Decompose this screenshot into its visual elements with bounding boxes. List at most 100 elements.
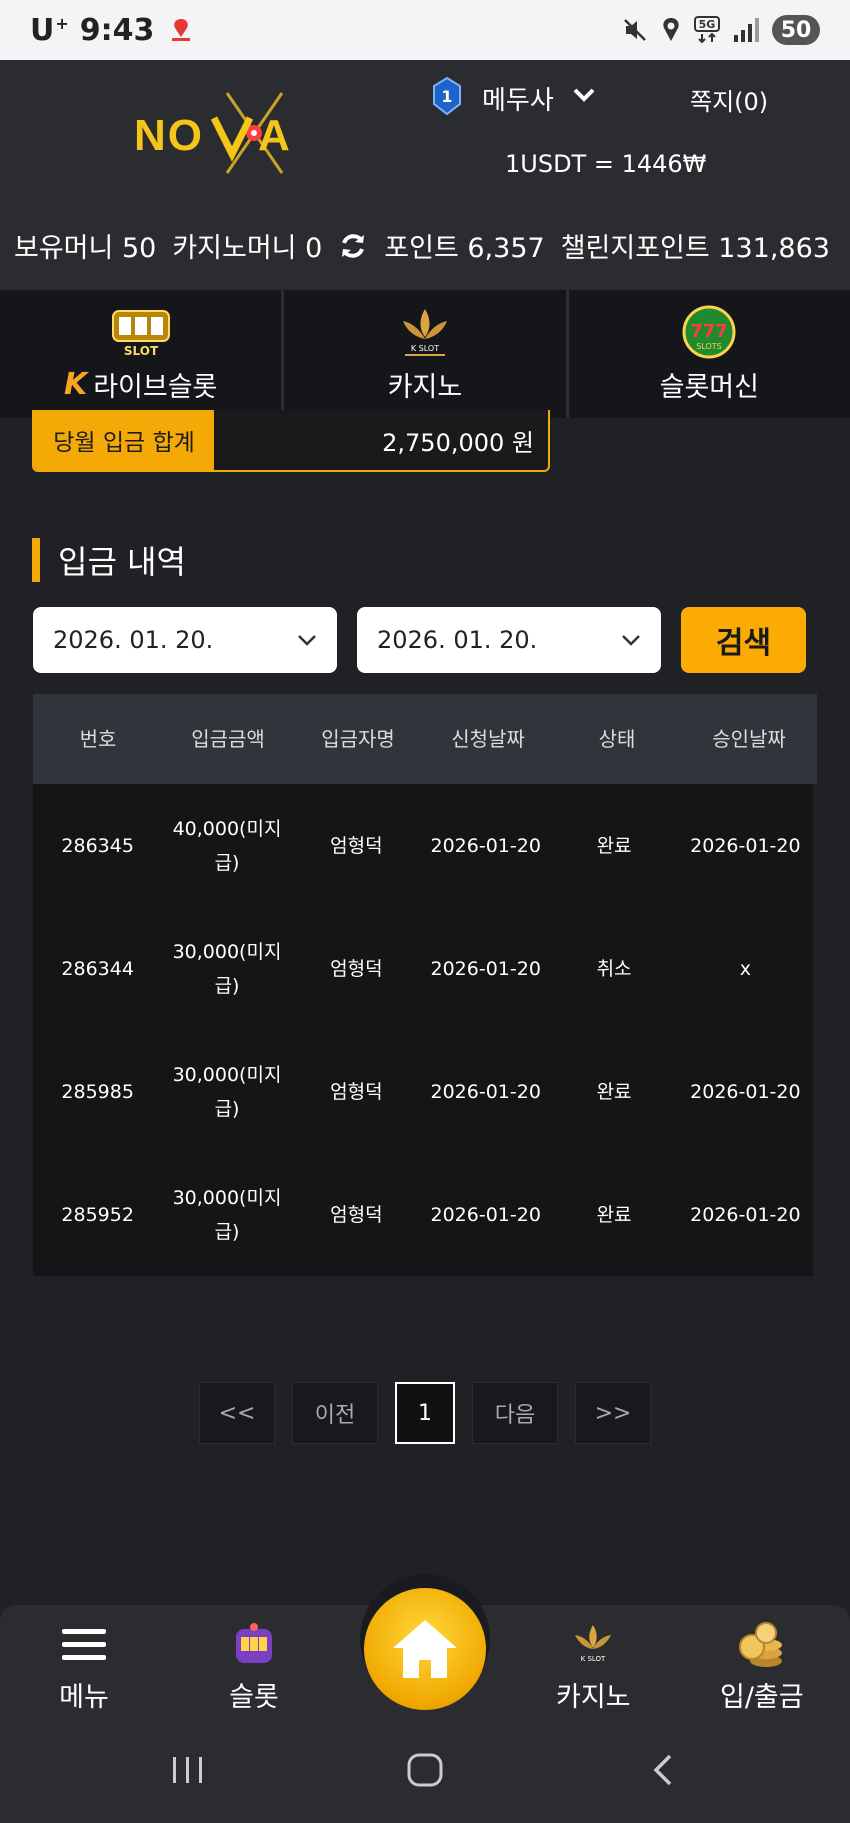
k-slot-lotus-icon: K SLOT: [402, 308, 447, 356]
cell-id: 285985: [61, 1080, 134, 1103]
category-nav: SLOT K 라이브슬롯 K SLOT 카지노 777 SLOTS 슬롯머신: [0, 290, 850, 418]
chevron-down-icon: [298, 635, 316, 646]
table-row: 285952 30,000(미지급) 엄형덕 2026-01-20 완료 202…: [33, 1153, 813, 1276]
category-label: 카지노: [387, 371, 463, 403]
home-nav-icon[interactable]: [406, 1753, 444, 1787]
carrier-label: U+: [30, 12, 70, 48]
cell-name: 엄형덕: [330, 834, 383, 857]
cell-date: 2026-01-20: [430, 834, 541, 857]
cell-approved: 2026-01-20: [690, 834, 801, 857]
casino-money: 카지노머니 0: [172, 233, 323, 264]
hamburger-menu-icon: [62, 1629, 106, 1660]
refresh-icon[interactable]: [338, 231, 368, 261]
site-header: NO A 1 메두사 쪽지(0) 1USDT = 1446₩ 보유머니 50 카…: [0, 60, 850, 290]
svg-text:SLOT: SLOT: [124, 344, 159, 358]
cell-status: 완료: [596, 834, 632, 857]
table-header: 번호 입금금액 입금자명 신청날짜 상태 승인날짜: [33, 694, 817, 784]
table-row: 285985 30,000(미지급) 엄형덕 2026-01-20 완료 202…: [33, 1030, 813, 1153]
mute-vibrate-icon: [624, 19, 646, 41]
svg-text:777: 777: [691, 321, 729, 342]
cell-status: 완료: [596, 1080, 632, 1103]
prev-page-button[interactable]: 이전: [292, 1382, 378, 1444]
cell-id: 286345: [61, 834, 134, 857]
category-casino[interactable]: K SLOT 카지노: [284, 290, 569, 418]
table-row: 286345 40,000(미지급) 엄형덕 2026-01-20 완료 202…: [33, 784, 813, 907]
cell-amount: 30,000(미지급): [172, 1186, 282, 1243]
summary-value: 2,750,000 원: [382, 428, 534, 457]
cell-name: 엄형덕: [330, 1203, 383, 1226]
header-cell: 입금자명: [321, 727, 395, 751]
challenge-points: 챌린지포인트 131,863: [560, 233, 830, 264]
nav-slot[interactable]: 슬롯: [228, 1621, 280, 1714]
cell-amount: 40,000(미지급): [172, 817, 282, 874]
nav-deposit-withdraw[interactable]: 입/출금: [720, 1621, 804, 1714]
monthly-deposit-summary: 당월 입금 합계 2,750,000 원: [32, 410, 550, 472]
nav-label: 입/출금: [720, 1682, 804, 1713]
cell-id: 285952: [61, 1203, 134, 1226]
cell-name: 엄형덕: [330, 1080, 383, 1103]
date-from-select[interactable]: 2026. 01. 20.: [33, 607, 337, 673]
deposit-history-table: 번호 입금금액 입금자명 신청날짜 상태 승인날짜 286345 40,000(…: [33, 694, 817, 1276]
date-to-select[interactable]: 2026. 01. 20.: [357, 607, 661, 673]
home-button[interactable]: [364, 1588, 486, 1710]
exchange-rate: 1USDT = 1446₩: [505, 150, 707, 178]
pagination: << 이전 1 다음 >>: [0, 1382, 850, 1444]
svg-text:SLOTS: SLOTS: [697, 342, 723, 351]
category-live-slot[interactable]: SLOT K 라이브슬롯: [0, 290, 285, 418]
nav-label: 카지노: [556, 1682, 631, 1713]
battery-indicator: 50: [772, 15, 820, 45]
category-label: 슬롯머신: [659, 371, 759, 403]
slot-machine-icon: SLOT: [111, 309, 170, 358]
system-nav-bar: [0, 1713, 850, 1823]
last-page-button[interactable]: >>: [575, 1382, 651, 1444]
cell-approved: 2026-01-20: [690, 1203, 801, 1226]
nav-menu[interactable]: 메뉴: [58, 1621, 110, 1714]
holding-money: 보유머니 50: [14, 233, 157, 264]
cell-approved: x: [739, 957, 751, 980]
date-from-value: 2026. 01. 20.: [53, 626, 214, 654]
points: 포인트 6,357: [384, 233, 545, 264]
slot-machine-icon: [236, 1623, 272, 1663]
table-row: 286344 30,000(미지급) 엄형덕 2026-01-20 취소 x: [33, 907, 813, 1030]
cell-date: 2026-01-20: [430, 1080, 541, 1103]
search-button[interactable]: 검색: [681, 607, 806, 673]
summary-label: 당월 입금 합계: [34, 410, 214, 470]
cell-amount: 30,000(미지급): [172, 940, 282, 997]
svg-text:NO: NO: [134, 111, 204, 160]
nav-casino[interactable]: K SLOT 카지노: [556, 1621, 631, 1714]
svg-text:K SLOT: K SLOT: [581, 1655, 606, 1663]
nova-logo[interactable]: NO A: [132, 88, 302, 178]
cell-signal-icon: [734, 18, 759, 42]
chevron-down-icon[interactable]: [572, 86, 596, 104]
location-icon: [663, 18, 679, 41]
next-page-button[interactable]: 다음: [472, 1382, 558, 1444]
cell-amount: 30,000(미지급): [172, 1063, 282, 1120]
nav-label: 메뉴: [59, 1682, 109, 1713]
cell-id: 286344: [61, 957, 134, 980]
svg-text:A: A: [258, 111, 290, 160]
cell-status: 완료: [596, 1203, 632, 1226]
gold-coins-icon: [738, 1622, 782, 1667]
status-bar: U+ 9:43 5G 50: [0, 0, 850, 60]
svg-text:1: 1: [441, 87, 452, 106]
page-title: 입금 내역: [32, 538, 186, 582]
back-icon[interactable]: [650, 1753, 676, 1787]
k-logo-icon: K: [63, 366, 88, 402]
clock: 9:43: [79, 12, 155, 48]
username[interactable]: 메두사: [482, 80, 554, 117]
header-cell: 입금금액: [191, 727, 265, 751]
category-slot-machine[interactable]: 777 SLOTS 슬롯머신: [569, 290, 850, 418]
header-cell: 상태: [598, 727, 636, 751]
nav-label: 슬롯: [229, 1682, 279, 1713]
svg-text:5G: 5G: [699, 18, 716, 31]
cell-date: 2026-01-20: [430, 957, 541, 980]
recent-apps-icon[interactable]: [170, 1755, 206, 1785]
cell-approved: 2026-01-20: [690, 1080, 801, 1103]
category-label: 라이브슬롯: [93, 371, 218, 403]
first-page-button[interactable]: <<: [199, 1382, 275, 1444]
current-page-button[interactable]: 1: [395, 1382, 455, 1444]
messages-link[interactable]: 쪽지(0): [690, 82, 768, 117]
k-slot-lotus-icon: K SLOT: [575, 1625, 612, 1663]
balance-bar: 보유머니 50 카지노머니 0 포인트 6,357 챌린지포인트 131,863: [14, 226, 830, 265]
header-cell: 승인날짜: [712, 727, 786, 751]
